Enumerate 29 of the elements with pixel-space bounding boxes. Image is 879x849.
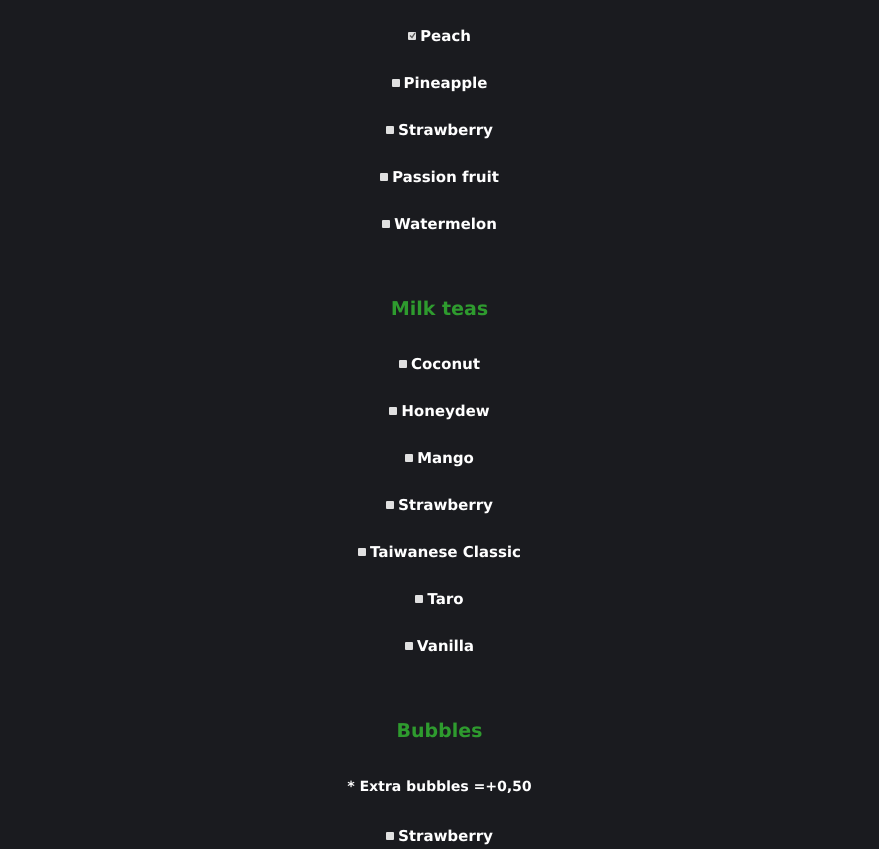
option-label: Peach — [420, 26, 471, 44]
option-label: Honeydew — [401, 402, 490, 420]
note-text: * Extra bubbles =+0,50 — [347, 778, 532, 797]
option-label: Coconut — [410, 354, 480, 372]
checkbox[interactable] — [382, 220, 390, 228]
option-label: Mango — [417, 448, 474, 466]
checkbox[interactable] — [386, 126, 394, 134]
option-label: Passion fruit — [392, 168, 499, 186]
section-heading: Milk teas — [390, 297, 488, 322]
option-label: Strawberry — [398, 120, 493, 138]
option-label: Vanilla — [416, 636, 474, 654]
checkbox[interactable] — [386, 832, 394, 840]
checkbox[interactable] — [392, 78, 400, 86]
option-label: Taro — [427, 590, 464, 608]
option-label: Pineapple — [404, 74, 488, 92]
checkbox[interactable] — [408, 32, 416, 40]
option-label: Taiwanese Classic — [370, 542, 521, 560]
checkbox[interactable] — [398, 360, 407, 368]
checkbox[interactable] — [386, 500, 394, 508]
checkbox[interactable] — [380, 172, 388, 180]
checkbox[interactable] — [404, 642, 413, 650]
checkbox[interactable] — [358, 548, 366, 556]
option-label: Watermelon — [394, 214, 497, 232]
option-label: Strawberry — [398, 496, 493, 514]
option-label: Strawberry — [398, 826, 493, 844]
checkbox[interactable] — [405, 454, 414, 462]
section-heading: Bubbles — [396, 719, 482, 744]
checkbox[interactable] — [389, 406, 398, 414]
checkbox[interactable] — [415, 594, 424, 602]
